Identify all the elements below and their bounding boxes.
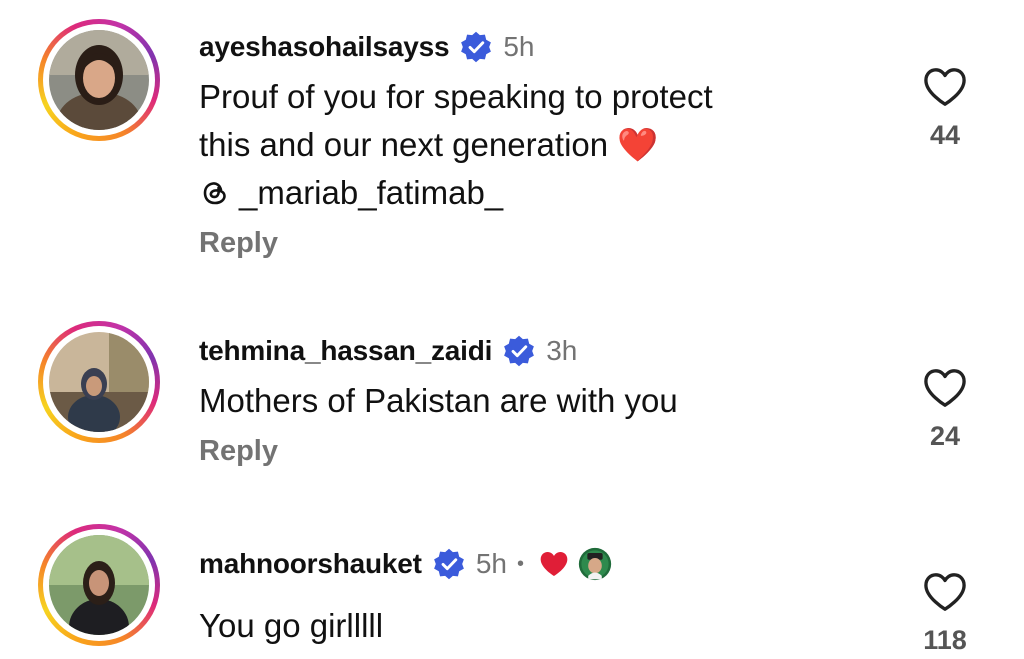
creator-avatar-icon (578, 547, 612, 581)
avatar-story-ring[interactable] (38, 19, 160, 141)
like-group: 44 (912, 66, 978, 151)
comment-username[interactable]: mahnoorshauket (199, 548, 422, 580)
like-group: 24 (912, 367, 978, 452)
heart-reaction-icon (540, 552, 568, 576)
threads-icon (203, 182, 226, 205)
reply-button[interactable]: Reply (199, 435, 914, 468)
heart-emoji: ❤️ (617, 126, 659, 163)
comment-text: You go girlllll (199, 607, 384, 644)
avatar-story-ring[interactable] (38, 321, 160, 443)
avatar (49, 332, 149, 432)
reply-button[interactable]: Reply (199, 227, 914, 260)
comment-username[interactable]: tehmina_hassan_zaidi (199, 335, 492, 367)
comment-username[interactable]: ayeshasohailsayss (199, 31, 450, 63)
avatar (49, 535, 149, 635)
heart-outline-icon[interactable] (922, 66, 968, 108)
heart-outline-icon[interactable] (922, 571, 968, 613)
verified-badge-icon (461, 31, 492, 63)
verified-badge-icon (504, 335, 535, 367)
comment-text: Mothers of Pakistan are with you (199, 382, 678, 419)
avatar (49, 30, 149, 130)
comment-time: 3h (546, 335, 578, 366)
mention-link[interactable]: _mariab_fatimab_ (199, 169, 914, 217)
comment-text: Prouf of you for speaking to protect thi… (199, 78, 713, 163)
separator-dot: • (516, 552, 524, 575)
like-count: 118 (923, 625, 967, 655)
comment-time: 5h (475, 548, 507, 579)
comment-time: 5h (503, 31, 535, 62)
avatar-story-ring[interactable] (38, 524, 160, 646)
heart-outline-icon[interactable] (922, 367, 968, 409)
verified-badge-icon (433, 548, 464, 580)
like-count: 24 (929, 421, 961, 451)
like-count: 44 (929, 120, 961, 150)
like-group: 118 (912, 571, 978, 656)
